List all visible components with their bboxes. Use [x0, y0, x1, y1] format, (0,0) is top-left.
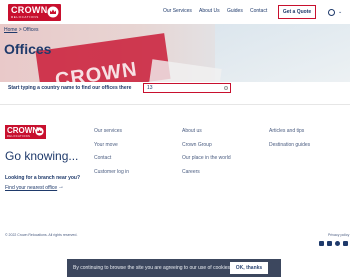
- youtube-icon[interactable]: [343, 241, 348, 246]
- footer-tagline: Go knowing...: [5, 149, 79, 163]
- nav-contact[interactable]: Contact: [250, 8, 267, 14]
- footer-link-your-move[interactable]: Your move: [94, 142, 118, 148]
- footer-link-our-services[interactable]: Our services: [94, 128, 122, 134]
- get-a-quote-button[interactable]: Get a Quote: [278, 5, 316, 19]
- breadcrumb: Home > Offices: [4, 27, 39, 33]
- page-title: Offices: [4, 41, 52, 57]
- footer-link-crown-group[interactable]: Crown Group: [182, 142, 212, 148]
- cookie-message: By continuing to browse the site you are…: [73, 265, 232, 271]
- copyright-text: © 2022 Crown Relocations. All rights res…: [5, 233, 78, 237]
- breadcrumb-separator: >: [18, 27, 22, 33]
- facebook-icon[interactable]: [335, 241, 340, 246]
- footer-logo-subtitle: RELOCATIONS: [7, 135, 31, 138]
- footer-link-customer-login[interactable]: Customer log in: [94, 169, 129, 175]
- twitter-icon[interactable]: [319, 241, 324, 246]
- cookie-banner: By continuing to browse the site you are…: [67, 259, 281, 277]
- country-search-input[interactable]: [143, 83, 231, 93]
- arrow-right-icon[interactable]: →: [58, 184, 64, 190]
- nav-about-us[interactable]: About Us: [199, 8, 220, 14]
- section-divider: [0, 104, 350, 105]
- logo-wordmark: CROWN: [11, 5, 48, 15]
- nav-guides[interactable]: Guides: [227, 8, 243, 14]
- search-label: Start typing a country name to find our …: [8, 85, 132, 91]
- footer-link-our-place[interactable]: Our place in the world: [182, 155, 231, 161]
- site-header: CROWN RELOCATIONS Our Services About Us …: [0, 0, 350, 24]
- hero-banner: CROWN Home > Offices Offices: [0, 24, 350, 82]
- footer-link-about-us[interactable]: About us: [182, 128, 202, 134]
- footer-link-articles[interactable]: Articles and tips: [269, 128, 304, 134]
- linkedin-icon[interactable]: [327, 241, 332, 246]
- world-map-image: [215, 24, 350, 82]
- footer-logo-wordmark: CROWN: [7, 126, 39, 135]
- footer-link-destination-guides[interactable]: Destination guides: [269, 142, 310, 148]
- crown-logo[interactable]: CROWN RELOCATIONS: [8, 4, 61, 21]
- find-nearest-office-link[interactable]: Find your nearest office: [5, 185, 57, 191]
- globe-icon[interactable]: [328, 9, 335, 16]
- footer-link-contact[interactable]: Contact: [94, 155, 111, 161]
- crown-icon: [35, 127, 44, 136]
- logo-subtitle: RELOCATIONS: [11, 15, 39, 19]
- search-icon: [224, 86, 228, 90]
- nav-our-services[interactable]: Our Services: [163, 8, 192, 14]
- breadcrumb-current: Offices: [23, 27, 39, 33]
- privacy-policy-link[interactable]: Privacy policy: [328, 233, 349, 237]
- cookie-accept-button[interactable]: OK, thanks: [230, 262, 268, 274]
- breadcrumb-home-link[interactable]: Home: [4, 27, 17, 33]
- footer-logo[interactable]: CROWN RELOCATIONS: [5, 125, 46, 139]
- chevron-down-icon[interactable]: ⌄: [338, 9, 342, 15]
- truck-trailer-image: [148, 59, 222, 82]
- footer-link-careers[interactable]: Careers: [182, 169, 200, 175]
- branch-question: Looking for a branch near you?: [5, 175, 81, 181]
- crown-icon: [47, 6, 59, 18]
